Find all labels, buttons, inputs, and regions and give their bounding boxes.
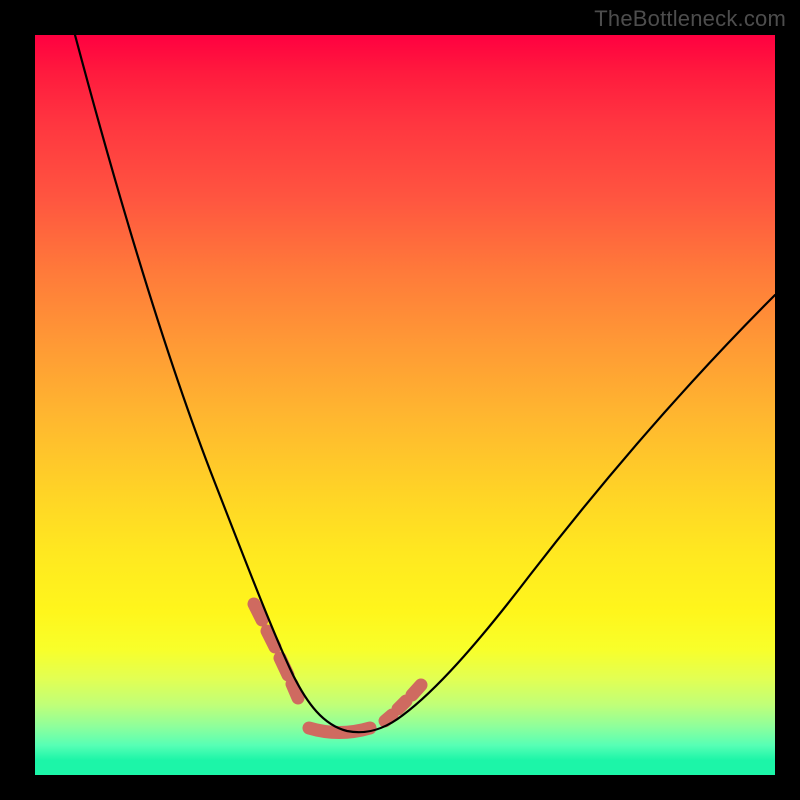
plot-area	[35, 35, 775, 775]
chart-svg	[35, 35, 775, 775]
accent-left-1	[254, 604, 262, 620]
watermark-text: TheBottleneck.com	[594, 6, 786, 32]
accent-left-4	[292, 684, 298, 698]
chart-frame: TheBottleneck.com	[0, 0, 800, 800]
accent-group	[254, 604, 421, 733]
bottleneck-curve	[75, 35, 775, 732]
accent-right-3	[412, 685, 421, 695]
accent-right-2	[398, 701, 406, 709]
accent-right-1	[385, 715, 392, 721]
